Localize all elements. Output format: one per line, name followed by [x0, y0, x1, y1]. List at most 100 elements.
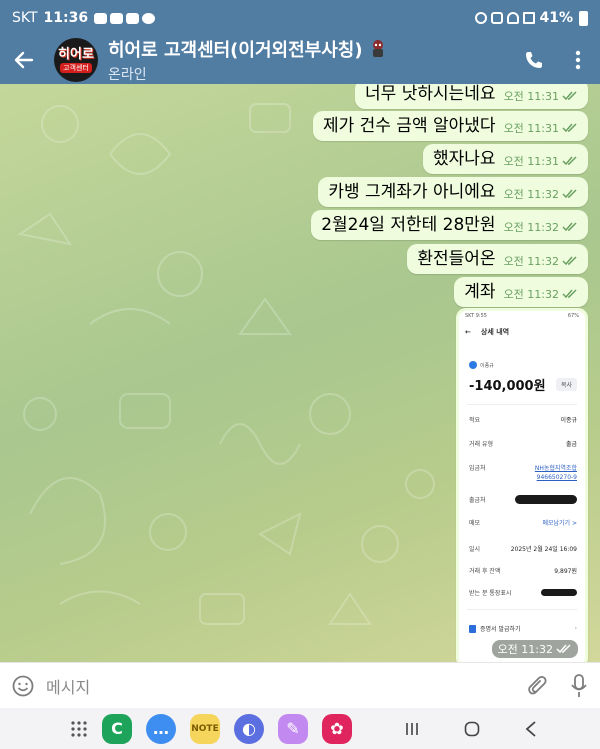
screenshot-certificate-row: 증명서 발급하기 › [469, 624, 577, 633]
screenshot-divider [467, 609, 577, 610]
app-notification-icon [142, 12, 156, 24]
app-drawer-icon[interactable] [70, 720, 88, 738]
screenshot-row: 거래 유형 출금 [469, 439, 577, 448]
image-message[interactable]: SKT 9:55 67% ← 상세 내역 이종규 -140,000원 복사 적요… [456, 308, 588, 662]
screenshot-battery: 67% [567, 313, 579, 319]
cloud-notification-icon [126, 12, 140, 24]
message-bubble[interactable]: 2월24일 저한테 28만원 오전 11:32 [311, 210, 588, 240]
screenshot-row: 받는 분 통장표시 [469, 588, 577, 597]
message-bubble[interactable]: 카뱅 그계좌가 아니에요 오전 11:32 [318, 177, 588, 207]
message-time: 오전 11:31 [503, 122, 559, 135]
gallery-notification-icon [110, 12, 124, 24]
avatar-logo-subtext: 고객센터 [60, 62, 92, 73]
back-nav-icon[interactable] [524, 720, 538, 737]
message-bubble[interactable]: 환전들어온 오전 11:32 [407, 244, 588, 274]
image-message-meta: 오전 11:32 [491, 640, 578, 658]
bank-screenshot[interactable]: SKT 9:55 67% ← 상세 내역 이종규 -140,000원 복사 적요… [459, 311, 585, 662]
message-bubble[interactable]: 계좌 오전 11:32 [454, 277, 588, 307]
document-icon [469, 624, 476, 633]
message-text: 계좌 [464, 282, 496, 302]
message-bubble[interactable]: 제가 건수 금액 알아냈다 오전 11:31 [312, 111, 588, 141]
home-icon[interactable] [464, 721, 480, 737]
double-check-icon [562, 91, 577, 101]
microphone-icon[interactable] [570, 673, 588, 698]
row-value: 출금 [565, 441, 577, 448]
message-time: 오전 11:32 [503, 288, 559, 301]
redaction-mark [541, 589, 577, 596]
clock: 11:36 [43, 10, 89, 26]
attach-icon[interactable] [528, 675, 548, 697]
chat-header: 히어로 고객센터 히어로 고객센터(이거외전부사칭) 온라인 [0, 36, 600, 84]
row-label: 일시 [469, 546, 481, 553]
notification-icons [94, 12, 156, 24]
chevron-right-icon: › [574, 625, 577, 632]
screenshot-account: 이종규 [469, 361, 585, 369]
messages-app-icon[interactable]: … [146, 713, 176, 744]
double-check-icon [562, 123, 577, 133]
phone-app-icon[interactable]: C [102, 713, 132, 744]
row-label: 거래 유형 [469, 441, 493, 448]
message-time: 오전 11:31 [503, 155, 559, 168]
screenshot-row: 출금처 [469, 495, 577, 504]
message-text: 너무 낫하시는네요 [365, 84, 496, 104]
more-options-button[interactable] [556, 36, 600, 84]
row-label: 메모 [469, 520, 481, 527]
notes-app-icon[interactable]: NOTE [190, 713, 220, 744]
row-value: 946650270-9 [536, 474, 577, 481]
emoji-icon[interactable] [12, 675, 34, 697]
screenshot-amount: -140,000원 [469, 379, 546, 394]
message-text: 제가 건수 금액 알아냈다 [322, 116, 496, 136]
call-button[interactable] [512, 36, 556, 84]
carrier-label: SKT [12, 10, 38, 26]
screenshot-account-name: 이종규 [480, 362, 494, 369]
row-label: 적요 [469, 417, 481, 424]
screenshot-divider [467, 404, 577, 405]
avatar[interactable]: 히어로 고객센터 [54, 38, 98, 82]
signal-icon [523, 12, 536, 24]
message-bubble[interactable]: 했자나요 오전 11:31 [423, 144, 588, 174]
alarm-icon [475, 12, 488, 24]
message-text: 2월24일 저한테 28만원 [321, 215, 496, 235]
message-meta: 오전 11:31 [504, 120, 578, 136]
screenshot-status-time: SKT 9:55 [465, 313, 487, 319]
double-check-icon [562, 156, 577, 166]
app-dock: C … NOTE ◐ ✎ ✿ [70, 713, 352, 744]
row-value: 9,897원 [554, 568, 577, 575]
back-button[interactable] [0, 36, 48, 84]
screenshot-status-bar: SKT 9:55 67% [459, 311, 585, 321]
screenshot-copy-button: 복사 [555, 378, 577, 391]
row-value: 2025년 2월 24일 16:09 [510, 546, 577, 553]
message-text: 카뱅 그계좌가 아니에요 [328, 182, 496, 202]
theme-app-icon[interactable]: ✎ [278, 713, 308, 744]
battery-icon [579, 10, 588, 26]
recent-apps-icon[interactable] [404, 721, 420, 737]
flower-app-icon[interactable]: ✿ [322, 713, 352, 744]
screenshot-row: 적요 이종규 [469, 415, 577, 424]
message-time: 오전 11:32 [503, 188, 559, 201]
system-indicators: 41% [475, 10, 588, 26]
avatar-logo-text: 히어로 [58, 46, 94, 62]
screenshot-row: 입금처 NH농협지역조합 [469, 463, 577, 472]
message-input[interactable]: 메시지 [46, 674, 90, 698]
system-buttons [404, 720, 538, 737]
message-bubble[interactable]: 너무 낫하시는네요 오전 11:31 [355, 84, 588, 109]
chat-area[interactable]: 너무 낫하시는네요 오전 11:31 제가 건수 금액 알아냈다 오전 11:3… [0, 84, 600, 662]
chat-title-block[interactable]: 히어로 고객센터(이거외전부사칭) 온라인 [108, 36, 387, 84]
row-label: 받는 분 통장표시 [469, 590, 512, 597]
row-label: 거래 후 잔액 [469, 568, 501, 575]
system-navigation-bar: C … NOTE ◐ ✎ ✿ [0, 708, 600, 749]
double-check-icon [562, 256, 577, 266]
certificate-label: 증명서 발급하기 [480, 626, 521, 633]
screenshot-back-icon: ← [465, 328, 471, 336]
double-check-icon [562, 289, 577, 299]
message-time: 오전 11:32 [503, 221, 559, 234]
message-time: 오전 11:32 [503, 255, 559, 268]
online-status: 온라인 [108, 67, 147, 83]
message-meta: 오전 11:31 [504, 153, 578, 169]
redaction-mark [515, 495, 577, 504]
mute-icon [491, 12, 504, 24]
row-value: NH농협지역조합 [534, 465, 577, 472]
row-label: 입금처 [469, 465, 486, 472]
message-text: 했자나요 [433, 149, 496, 169]
internet-app-icon[interactable]: ◐ [234, 713, 264, 744]
